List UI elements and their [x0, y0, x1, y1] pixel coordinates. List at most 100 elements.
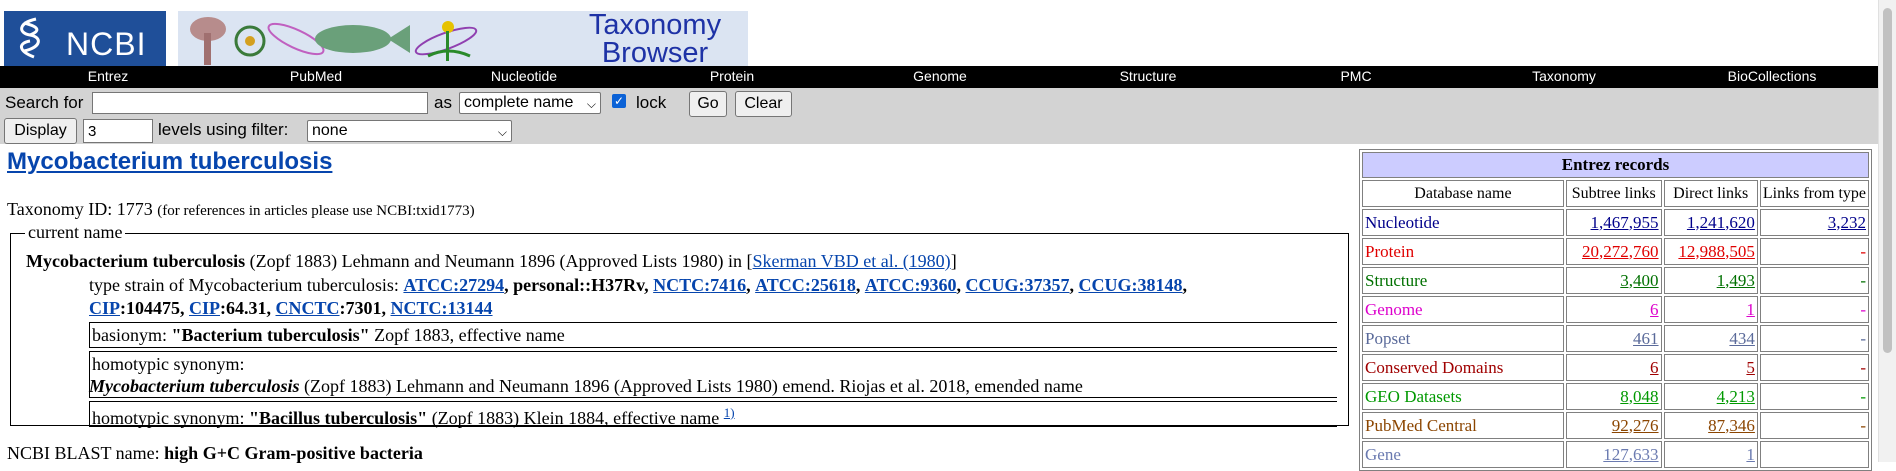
display-button[interactable]: Display [4, 118, 77, 144]
as-label: as [434, 93, 452, 112]
strain-link[interactable]: CCUG:37357 [965, 275, 1069, 295]
direct-links-link[interactable]: 1 [1746, 300, 1755, 319]
lock-label: lock [636, 93, 667, 112]
direct-links-link[interactable]: 434 [1729, 329, 1755, 348]
clear-button[interactable]: Clear [735, 91, 792, 117]
links-from-type-value: - [1860, 241, 1866, 261]
table-row: Popset 461 434 - [1362, 325, 1869, 352]
strain-link[interactable]: NCTC:13144 [391, 298, 493, 318]
subtree-links-link[interactable]: 127,633 [1603, 445, 1658, 464]
strain-link[interactable]: ATCC:27294 [403, 275, 504, 295]
db-name-protein: Protein [1362, 238, 1564, 265]
search-panel: Search for as complete name ⌵ ✓ lock Go … [0, 88, 1878, 144]
nav-nucleotide[interactable]: Nucleotide [491, 68, 557, 84]
name-mode-select[interactable]: complete name ⌵ [459, 92, 601, 114]
strain-link[interactable]: ATCC:9360 [865, 275, 957, 295]
basionym-line: basionym: "Bacterium tuberculosis" Zopf … [92, 325, 565, 345]
filter-select[interactable]: none ⌵ [307, 120, 512, 142]
direct-links-link[interactable]: 4,213 [1717, 387, 1755, 406]
links-from-type-link[interactable]: 3,232 [1828, 213, 1866, 232]
ncbi-logo[interactable]: NCBI [4, 11, 166, 66]
subtree-links-link[interactable]: 92,276 [1612, 416, 1659, 435]
nav-genome[interactable]: Genome [913, 68, 967, 84]
subtree-links-link[interactable]: 20,272,760 [1582, 242, 1659, 261]
strain-link[interactable]: CCUG:38148 [1078, 275, 1182, 295]
strain-link[interactable]: ATCC:25618 [755, 275, 856, 295]
organism-title-link[interactable]: Mycobacterium tuberculosis [7, 148, 332, 176]
go-button[interactable]: Go [689, 91, 727, 117]
links-from-type-value: - [1860, 328, 1866, 348]
nav-entrez[interactable]: Entrez [88, 68, 128, 84]
col-subtree-links: Subtree links [1565, 180, 1662, 207]
scrollbar-thumb[interactable] [1883, 8, 1892, 353]
col-database-name: Database name [1362, 180, 1564, 207]
search-for-label: Search for [5, 93, 84, 112]
nav-protein[interactable]: Protein [710, 68, 754, 84]
current-name-legend: current name [25, 222, 126, 243]
search-input[interactable] [92, 92, 428, 114]
subtree-links-link[interactable]: 8,048 [1620, 387, 1658, 406]
links-from-type-value: - [1860, 270, 1866, 290]
strain-link[interactable]: CIP [89, 298, 120, 318]
subtree-links-link[interactable]: 1,467,955 [1591, 213, 1659, 232]
homotypic-synonym-1-line: Mycobacterium tuberculosis (Zopf 1883) L… [89, 376, 1083, 396]
links-from-type-value: - [1860, 357, 1866, 377]
direct-links-link[interactable]: 1,493 [1717, 271, 1755, 290]
entrez-records-title: Entrez records [1362, 152, 1869, 178]
subtree-links-link[interactable]: 3,400 [1620, 271, 1658, 290]
strain-text: personal::H37Rv, [513, 275, 649, 295]
nav-taxonomy[interactable]: Taxonomy [1532, 68, 1596, 84]
table-row: Conserved Domains 6 5 - [1362, 354, 1869, 381]
nav-pmc[interactable]: PMC [1340, 68, 1371, 84]
chevron-down-icon: ⌵ [497, 125, 507, 139]
taxonomy-id-line: Taxonomy ID: 1773 (for references in art… [7, 199, 475, 219]
col-direct-links: Direct links [1663, 180, 1758, 207]
top-nav-bar: Entrez PubMed Nucleotide Protein Genome … [0, 66, 1878, 88]
nav-structure[interactable]: Structure [1120, 68, 1177, 84]
vertical-scrollbar[interactable] [1878, 0, 1896, 462]
db-name-popset: Popset [1362, 325, 1564, 352]
strain-link[interactable]: CIP [189, 298, 220, 318]
db-name-geo-datasets: GEO Datasets [1362, 383, 1564, 410]
direct-links-link[interactable]: 5 [1746, 358, 1755, 377]
taxonomy-browser-title: Taxonomy Browser [588, 9, 722, 69]
direct-links-link[interactable]: 1,241,620 [1687, 213, 1755, 232]
type-strain-line-1: type strain of Mycobacterium tuberculosi… [89, 275, 1187, 295]
subtree-links-link[interactable]: 6 [1650, 300, 1659, 319]
footnote-link[interactable]: 1) [724, 405, 735, 420]
ncbi-logo-text: NCBI [66, 26, 147, 62]
lock-checkbox[interactable]: ✓ [612, 94, 626, 108]
homotypic-synonym-1-label: homotypic synonym: [92, 354, 245, 374]
db-name-structure: Structure [1362, 267, 1564, 294]
subtree-links-link[interactable]: 461 [1633, 329, 1659, 348]
direct-links-link[interactable]: 12,988,505 [1678, 242, 1755, 261]
chevron-down-icon: ⌵ [586, 97, 596, 111]
blast-name-line: NCBI BLAST name: high G+C Gram-positive … [7, 443, 423, 463]
subtree-links-link[interactable]: 6 [1650, 358, 1659, 377]
table-row: Structure 3,400 1,493 - [1362, 267, 1869, 294]
table-row: Genome 6 1 - [1362, 296, 1869, 323]
levels-filter-label: levels using filter: [158, 120, 289, 139]
table-row: GEO Datasets 8,048 4,213 - [1362, 383, 1869, 410]
db-name-pubmed-central: PubMed Central [1362, 412, 1564, 439]
ncbi-helix-icon [20, 17, 40, 59]
table-row: PubMed Central 92,276 87,346 - [1362, 412, 1869, 439]
type-strain-line-2: CIP:104475, CIP:64.31, CNCTC:7301, NCTC:… [89, 298, 493, 318]
nav-biocollections[interactable]: BioCollections [1728, 68, 1817, 84]
skerman-reference-link[interactable]: Skerman VBD et al. (1980) [753, 251, 951, 271]
entrez-records-table: Entrez records Database name Subtree lin… [1359, 149, 1872, 471]
col-links-from-type: Links from type [1759, 180, 1869, 207]
links-from-type-value: - [1860, 415, 1866, 435]
homotypic-synonym-2-line: homotypic synonym: "Bacillus tuberculosi… [92, 405, 735, 428]
db-name-conserved-domains: Conserved Domains [1362, 354, 1564, 381]
strain-link[interactable]: CNCTC [276, 298, 340, 318]
links-from-type-value: - [1860, 299, 1866, 319]
banner: NCBI Taxonomy Browser [0, 0, 1896, 69]
nav-pubmed[interactable]: PubMed [290, 68, 342, 84]
strain-link[interactable]: NCTC:7416 [653, 275, 746, 295]
links-from-type-value: - [1860, 386, 1866, 406]
direct-links-link[interactable]: 87,346 [1708, 416, 1755, 435]
levels-input[interactable] [83, 119, 153, 143]
direct-links-link[interactable]: 1 [1746, 445, 1755, 464]
table-row: Gene 127,633 1 [1362, 441, 1869, 468]
